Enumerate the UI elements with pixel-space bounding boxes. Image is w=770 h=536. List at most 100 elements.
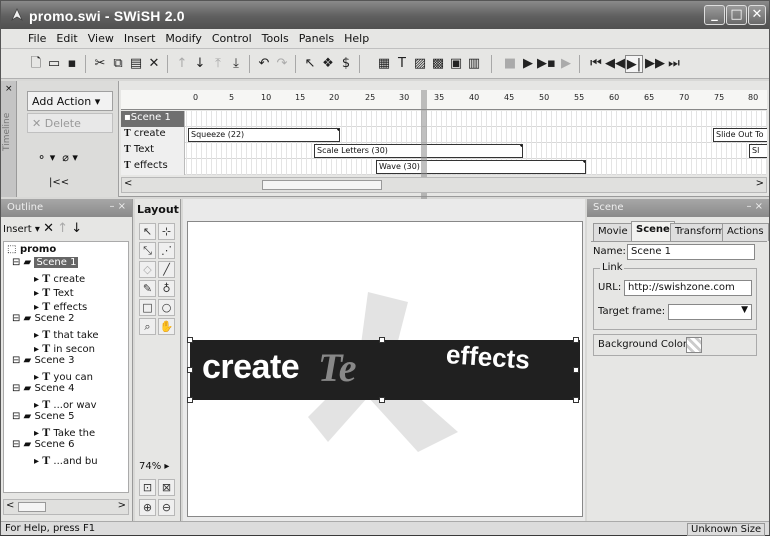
selection-handle[interactable] bbox=[573, 367, 579, 373]
tree-object[interactable]: ▸ T in secon bbox=[34, 341, 95, 356]
scroll-right-icon[interactable]: > bbox=[118, 500, 126, 511]
tree-scene[interactable]: ⊟ ▰ Scene 3 bbox=[12, 355, 74, 366]
pen-tool-icon[interactable]: ♁ bbox=[158, 280, 175, 297]
close-icon[interactable]: × bbox=[5, 84, 13, 94]
prev-frame-icon[interactable]: ◀◀ bbox=[605, 55, 625, 73]
url-field[interactable]: http://swishzone.com bbox=[624, 280, 752, 296]
tree-object[interactable]: ▸ T Text bbox=[34, 285, 74, 300]
panel-close-icon[interactable]: – × bbox=[746, 201, 763, 212]
transform-tool-icon[interactable]: ⤡ bbox=[139, 242, 156, 259]
zoom-out-icon[interactable]: ⊖ bbox=[158, 499, 175, 516]
tab-movie[interactable]: Movie bbox=[593, 223, 633, 241]
rewind-button[interactable]: |<< bbox=[49, 177, 69, 188]
menu-edit[interactable]: Edit bbox=[51, 29, 82, 45]
zoom-level[interactable]: 74% ▸ bbox=[139, 461, 169, 472]
zoom-in-icon[interactable]: ⊕ bbox=[139, 499, 156, 516]
help-pointer-icon[interactable]: ↖ bbox=[301, 55, 319, 73]
insert-scene-icon[interactable]: ▦ bbox=[375, 55, 393, 73]
add-action-button[interactable]: Add Action ▾ bbox=[27, 91, 113, 111]
move-down-icon[interactable]: ↓ bbox=[71, 221, 82, 236]
insert-effect-icon[interactable]: ▥ bbox=[465, 55, 483, 73]
insert-dropdown[interactable]: Insert ▾ bbox=[3, 224, 40, 235]
insert-content-icon[interactable]: ▩ bbox=[429, 55, 447, 73]
redo-icon[interactable]: ↷ bbox=[273, 55, 291, 73]
menu-panels[interactable]: Panels bbox=[294, 29, 339, 45]
delete-icon[interactable]: ✕ bbox=[145, 55, 163, 73]
zoom-tool-icon[interactable]: ⌕ bbox=[139, 318, 156, 335]
timeline-row-scene[interactable]: ▪Scene 1 bbox=[121, 111, 767, 127]
zoom-area-icon[interactable]: ⊠ bbox=[158, 479, 175, 496]
last-frame-icon[interactable]: ⏭ bbox=[665, 55, 683, 73]
scroll-left-icon[interactable]: < bbox=[6, 500, 14, 511]
tree-scene[interactable]: ⊟ ▰ Scene 4 bbox=[12, 383, 74, 394]
motion-path-icon[interactable]: ⋰ bbox=[158, 242, 175, 259]
selection-handle[interactable] bbox=[187, 367, 193, 373]
group-icon[interactable]: ▣ bbox=[447, 55, 465, 73]
select-tool-icon[interactable]: ↖ bbox=[139, 223, 156, 240]
next-frame-icon[interactable]: ▶▶ bbox=[645, 55, 665, 73]
play-icon[interactable]: ▶ bbox=[519, 55, 537, 73]
outline-scrollbar[interactable]: < > bbox=[3, 499, 129, 515]
scene-name-field[interactable]: Scene 1 bbox=[627, 244, 755, 260]
play-scene-icon[interactable]: ▶▪ bbox=[537, 55, 556, 73]
effect-bar[interactable]: Sl bbox=[749, 144, 767, 158]
delete-icon[interactable]: ✕ bbox=[43, 221, 54, 236]
menu-insert[interactable]: Insert bbox=[119, 29, 161, 45]
selection-handle[interactable] bbox=[573, 337, 579, 343]
menu-help[interactable]: Help bbox=[339, 29, 374, 45]
selection-handle[interactable] bbox=[379, 397, 385, 403]
move-down-icon[interactable]: ↓ bbox=[191, 55, 209, 73]
background-color-swatch[interactable] bbox=[686, 337, 702, 353]
open-file-icon[interactable]: ▭ bbox=[45, 55, 63, 73]
tree-scene[interactable]: ⊟ ▰ Scene 6 bbox=[12, 439, 74, 450]
paste-icon[interactable]: ▤ bbox=[127, 55, 145, 73]
timeline-vertical-tab[interactable]: × Timeline bbox=[1, 81, 17, 197]
tab-transform[interactable]: Transform bbox=[670, 223, 730, 241]
scroll-thumb[interactable] bbox=[18, 502, 46, 512]
stop-icon[interactable]: ■ bbox=[501, 55, 519, 73]
move-up-icon[interactable]: ↑ bbox=[57, 221, 68, 236]
menu-tools[interactable]: Tools bbox=[257, 29, 294, 45]
new-file-icon[interactable]: 🗋 bbox=[27, 55, 45, 73]
selection-handle[interactable] bbox=[187, 397, 193, 403]
timeline-row-text[interactable]: T Text Scale Letters (30) Sl bbox=[121, 143, 767, 159]
move-top-icon[interactable]: ⤒ bbox=[209, 55, 227, 73]
line-tool-icon[interactable]: ╱ bbox=[158, 261, 175, 278]
zoom-fit-icon[interactable]: ⊡ bbox=[139, 479, 156, 496]
tree-object[interactable]: ▸ T that take bbox=[34, 327, 99, 342]
scroll-right-icon[interactable]: > bbox=[756, 178, 764, 189]
move-up-icon[interactable]: ↑ bbox=[173, 55, 191, 73]
tree-object[interactable]: ▸ T create bbox=[34, 271, 85, 286]
banner-movie[interactable]: create Te effects bbox=[190, 339, 580, 400]
timeline-scrollbar[interactable]: < > bbox=[121, 177, 767, 193]
cut-icon[interactable]: ✂ bbox=[91, 55, 109, 73]
selection-handle[interactable] bbox=[573, 397, 579, 403]
tree-scene[interactable]: ⊟ ▰ Scene 5 bbox=[12, 411, 74, 422]
menu-modify[interactable]: Modify bbox=[160, 29, 206, 45]
effect-bar[interactable]: Wave (30) bbox=[376, 160, 586, 174]
close-button[interactable]: ✕ bbox=[748, 5, 766, 25]
maximize-button[interactable]: □ bbox=[726, 5, 747, 25]
menu-file[interactable]: File bbox=[23, 29, 51, 45]
scroll-thumb[interactable] bbox=[262, 180, 382, 190]
panel-close-icon[interactable]: – × bbox=[109, 201, 126, 212]
menu-control[interactable]: Control bbox=[207, 29, 257, 45]
menu-view[interactable]: View bbox=[83, 29, 119, 45]
insert-text-icon[interactable]: T bbox=[393, 55, 411, 73]
subselect-tool-icon[interactable]: ⊹ bbox=[158, 223, 175, 240]
timeline-ruler[interactable]: 0 5 10 15 20 25 30 35 40 45 50 55 60 65 … bbox=[121, 90, 767, 110]
tab-scene[interactable]: Scene bbox=[631, 221, 675, 241]
component-icon[interactable]: ❖ bbox=[319, 55, 337, 73]
selection-handle[interactable] bbox=[379, 337, 385, 343]
tree-object[interactable]: ▸ T ...and bu bbox=[34, 453, 98, 468]
move-bottom-icon[interactable]: ⤓ bbox=[227, 55, 245, 73]
reshape-tool-icon[interactable]: ◇ bbox=[139, 261, 156, 278]
save-icon[interactable]: ▪ bbox=[63, 55, 81, 73]
delete-button[interactable]: ✕ Delete bbox=[27, 113, 113, 133]
tree-scene[interactable]: ⊟ ▰ Scene 1 bbox=[12, 257, 79, 268]
tree-root[interactable]: ⬚ promo bbox=[7, 244, 56, 255]
tree-object[interactable]: ▸ T ...or wav bbox=[34, 397, 97, 412]
step-frame-icon[interactable]: ▶| bbox=[625, 55, 643, 73]
tree-object[interactable]: ▸ T effects bbox=[34, 299, 87, 314]
pencil-tool-icon[interactable]: ✎ bbox=[139, 280, 156, 297]
